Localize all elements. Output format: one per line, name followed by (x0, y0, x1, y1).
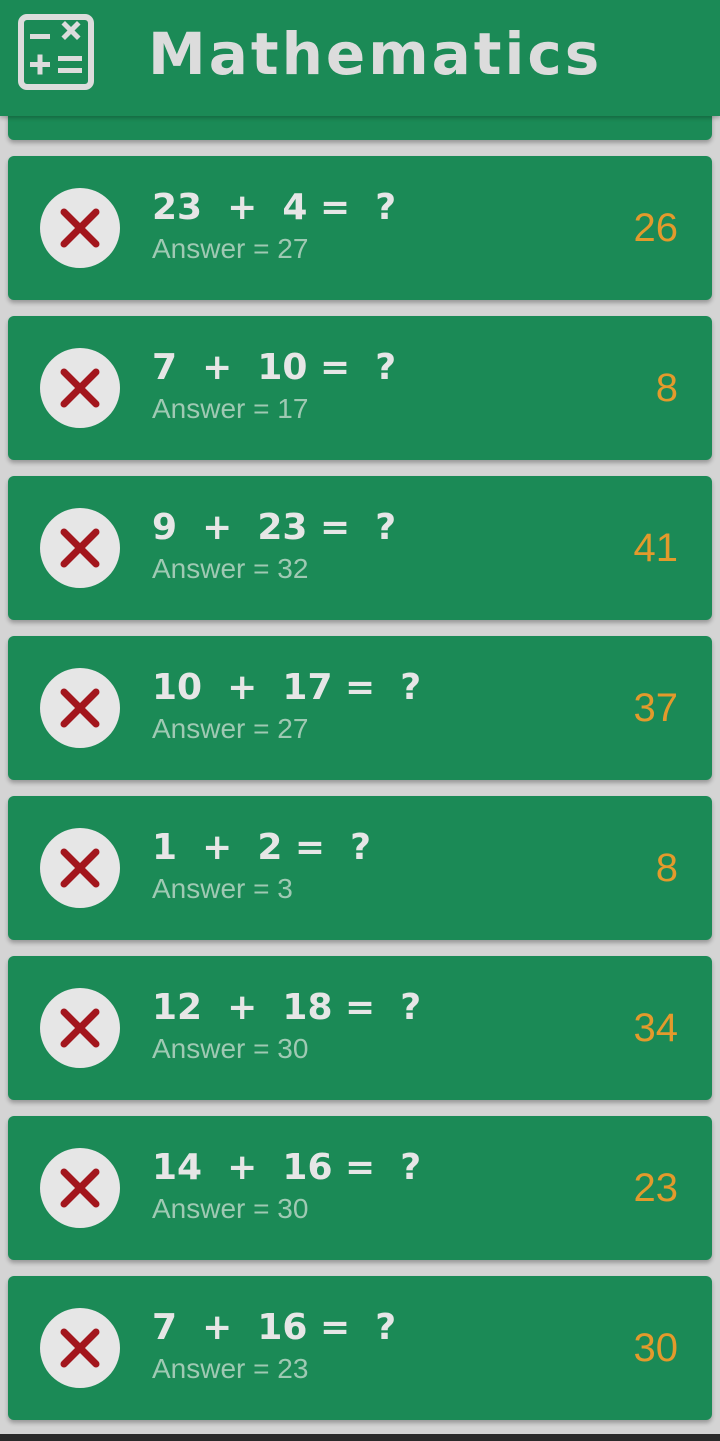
user-answer-value: 41 (633, 526, 679, 570)
result-card[interactable]: 14 + 16 = ? Answer = 30 23 (8, 1116, 712, 1260)
wrong-x-icon (60, 1168, 100, 1208)
question-text: 14 + 16 = ? (152, 1147, 422, 1188)
wrong-x-icon (60, 1328, 100, 1368)
correct-answer-text: Answer = 23 (152, 1353, 309, 1384)
result-card[interactable]: 1 + 2 = ? Answer = 3 8 (8, 796, 712, 940)
question-text: 7 + 10 = ? (152, 347, 397, 388)
result-card[interactable]: 12 + 18 = ? Answer = 30 34 (8, 956, 712, 1100)
question-text: 1 + 2 = ? (152, 827, 372, 868)
calculator-icon (18, 14, 94, 90)
status-badge (40, 508, 120, 588)
wrong-x-icon (60, 208, 100, 248)
question-text: 23 + 4 = ? (152, 187, 397, 228)
user-answer-value: 26 (633, 206, 679, 250)
app-bar: Mathematics (0, 0, 720, 116)
wrong-x-icon (60, 688, 100, 728)
user-answer-value: 23 (633, 1166, 679, 1210)
user-answer-value: 8 (655, 846, 678, 890)
result-card[interactable]: 9 + 23 = ? Answer = 32 41 (8, 476, 712, 620)
page-title: Mathematics (148, 20, 603, 88)
correct-answer-text: Answer = 27 (152, 233, 309, 264)
result-card[interactable]: 23 + 4 = ? Answer = 27 26 (8, 156, 712, 300)
result-card[interactable]: 7 + 16 = ? Answer = 23 30 (8, 1276, 712, 1420)
status-badge (40, 188, 120, 268)
result-card[interactable]: 10 + 17 = ? Answer = 27 37 (8, 636, 712, 780)
user-answer-value: 37 (633, 686, 679, 730)
correct-answer-text: Answer = 27 (152, 713, 309, 744)
question-text: 9 + 23 = ? (152, 507, 397, 548)
correct-answer-text: Answer = 30 (152, 1193, 309, 1224)
status-badge (40, 828, 120, 908)
wrong-x-icon (60, 528, 100, 568)
status-badge (40, 1148, 120, 1228)
wrong-x-icon (60, 848, 100, 888)
status-badge (40, 348, 120, 428)
correct-answer-text: Answer = 3 (152, 873, 293, 904)
user-answer-value: 30 (633, 1326, 679, 1370)
wrong-x-icon (60, 368, 100, 408)
correct-answer-text: Answer = 30 (152, 1033, 309, 1064)
status-badge (40, 988, 120, 1068)
correct-answer-text: Answer = 32 (152, 553, 309, 584)
user-answer-value: 34 (633, 1006, 679, 1050)
results-list[interactable]: 23 + 4 = ? Answer = 27 26 7 + 10 = ? Answer … (0, 0, 720, 1441)
result-card[interactable]: 7 + 10 = ? Answer = 17 8 (8, 316, 712, 460)
question-text: 7 + 16 = ? (152, 1307, 397, 1348)
user-answer-value: 8 (655, 366, 678, 410)
navigation-bar-edge (0, 1434, 720, 1441)
question-text: 12 + 18 = ? (152, 987, 422, 1028)
wrong-x-icon (60, 1008, 100, 1048)
status-badge (40, 1308, 120, 1388)
question-text: 10 + 17 = ? (152, 667, 422, 708)
correct-answer-text: Answer = 17 (152, 393, 309, 424)
status-badge (40, 668, 120, 748)
